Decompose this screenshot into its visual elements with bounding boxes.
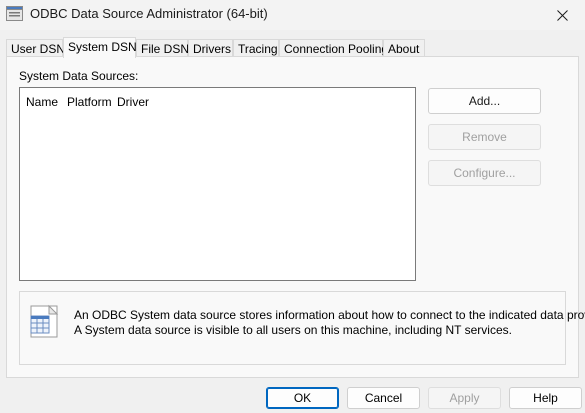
- system-dsn-panel: System Data Sources: Name Platform Drive…: [6, 56, 585, 378]
- title-bar: ODBC Data Source Administrator (64-bit): [0, 0, 585, 30]
- odbc-app-icon: [6, 6, 23, 21]
- column-header-name[interactable]: Name: [26, 95, 58, 109]
- apply-button[interactable]: Apply: [428, 387, 501, 409]
- info-box: An ODBC System data source stores inform…: [19, 291, 585, 365]
- add-button[interactable]: Add...: [428, 88, 541, 114]
- configure-button[interactable]: Configure...: [428, 160, 541, 186]
- database-info-icon: [27, 304, 61, 340]
- column-header-driver[interactable]: Driver: [117, 95, 149, 109]
- cancel-button[interactable]: Cancel: [347, 387, 420, 409]
- info-text-line-2: A System data source is visible to all u…: [74, 323, 512, 337]
- close-icon: [556, 9, 568, 21]
- tab-drivers[interactable]: Drivers: [188, 39, 233, 57]
- help-button[interactable]: Help: [509, 387, 582, 409]
- tab-about[interactable]: About: [383, 39, 425, 57]
- tab-user-dsn[interactable]: User DSN: [6, 39, 65, 57]
- window-title: ODBC Data Source Administrator (64-bit): [30, 6, 268, 21]
- tab-file-dsn[interactable]: File DSN: [136, 39, 189, 57]
- tab-tracing[interactable]: Tracing: [233, 39, 279, 57]
- ok-button[interactable]: OK: [266, 387, 339, 409]
- info-text-line-1: An ODBC System data source stores inform…: [74, 308, 585, 322]
- system-data-sources-label: System Data Sources:: [19, 69, 139, 83]
- remove-button[interactable]: Remove: [428, 124, 541, 150]
- close-button[interactable]: [539, 0, 585, 30]
- tab-connection-pooling[interactable]: Connection Pooling: [279, 39, 388, 57]
- system-data-sources-list[interactable]: Name Platform Driver: [19, 87, 416, 281]
- column-header-platform[interactable]: Platform: [67, 95, 112, 109]
- tab-system-dsn[interactable]: System DSN: [63, 37, 137, 58]
